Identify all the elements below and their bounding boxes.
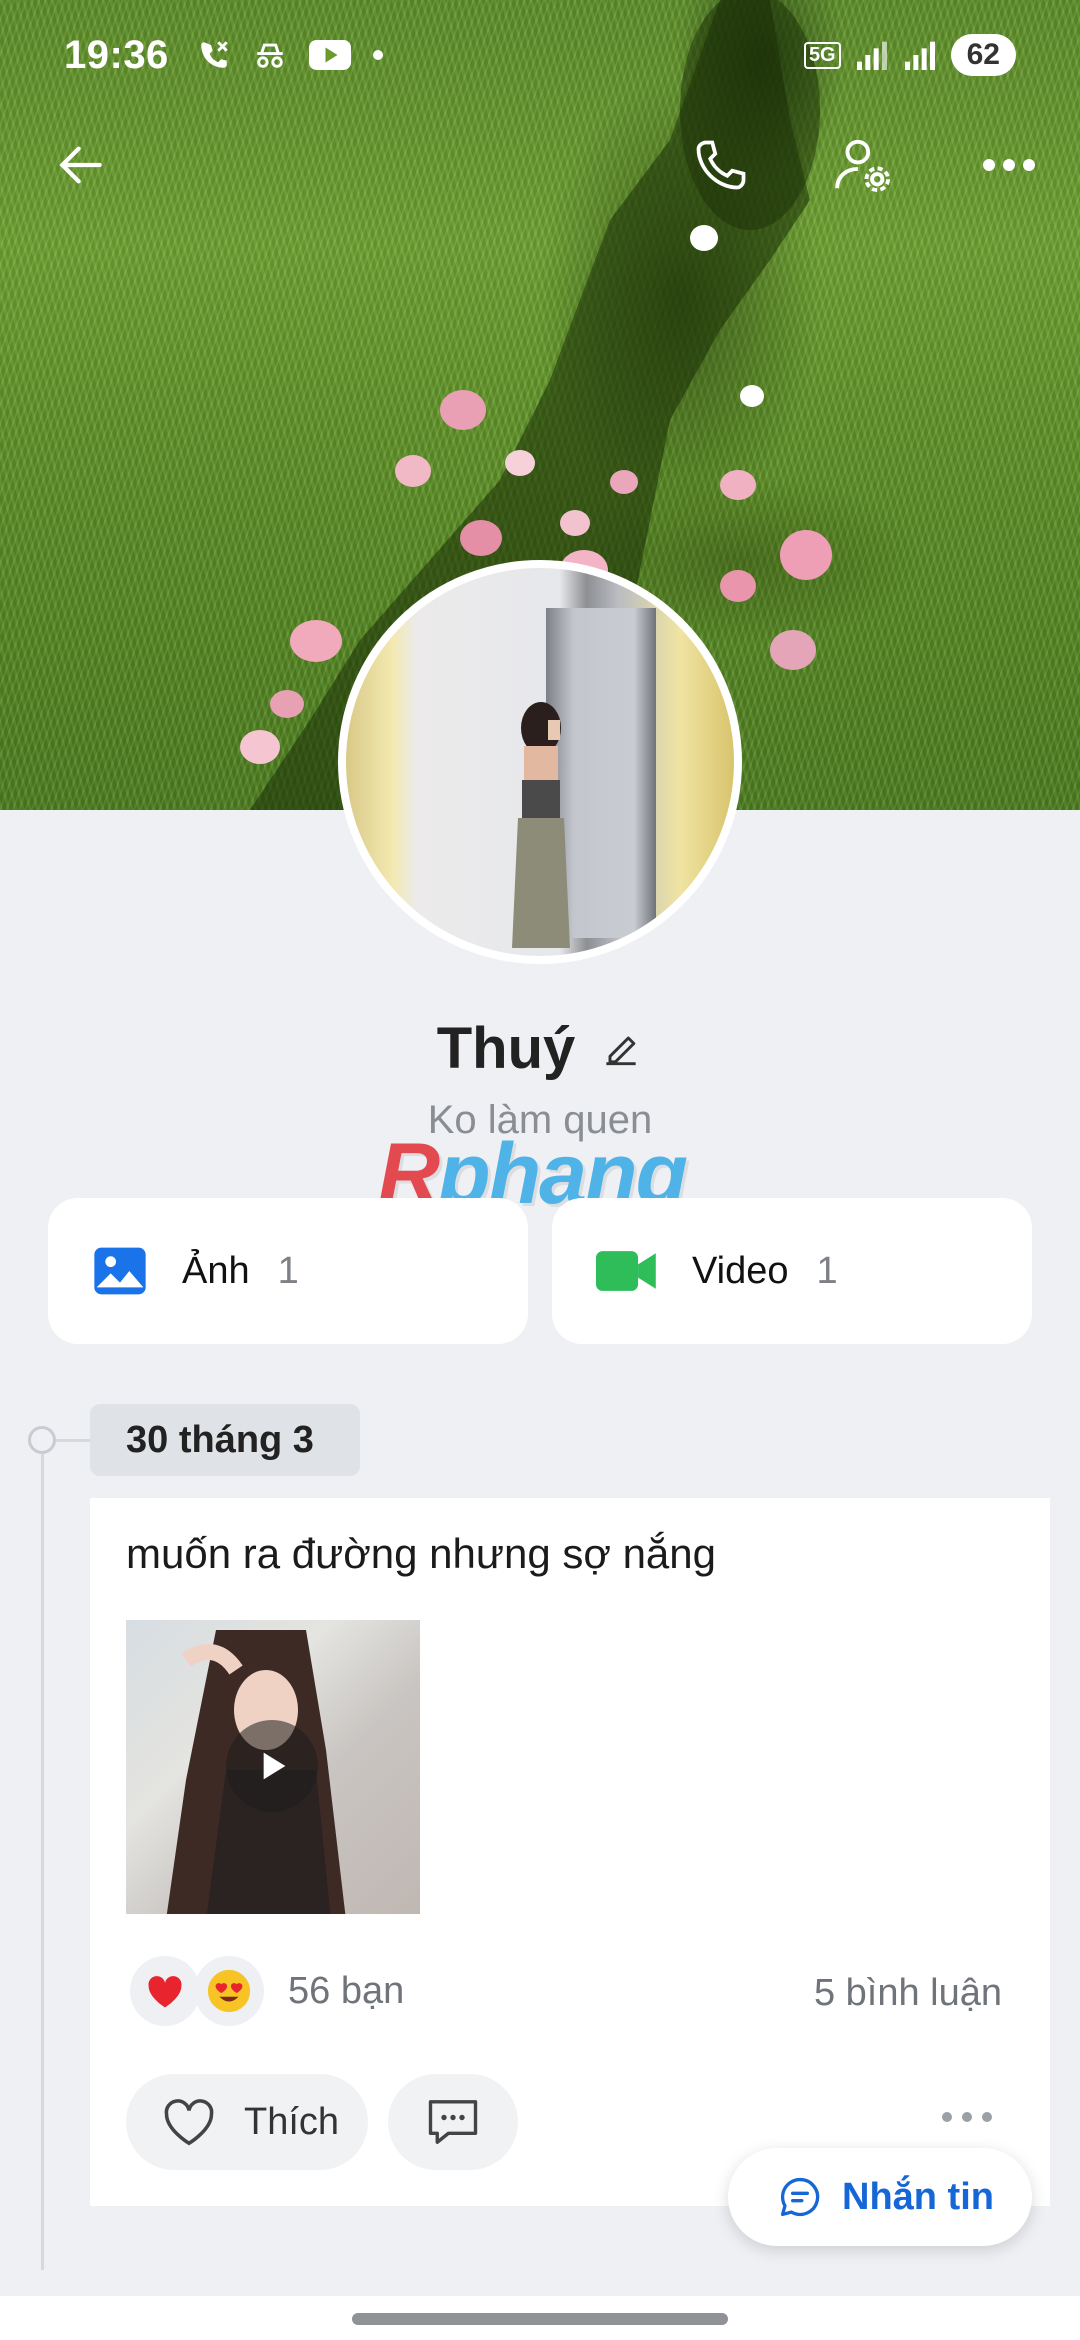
signal-icon bbox=[856, 41, 887, 70]
post-card: muốn ra đường nhưng sợ nắng 56 bạn 5 bìn… bbox=[90, 1498, 1050, 2206]
flower bbox=[740, 385, 764, 407]
more-options-button[interactable] bbox=[964, 120, 1054, 210]
notification-dot-icon bbox=[372, 50, 383, 60]
flower bbox=[770, 630, 816, 670]
phone-call-icon bbox=[201, 41, 228, 68]
comment-button[interactable] bbox=[388, 2074, 518, 2170]
flower bbox=[610, 470, 638, 494]
flower bbox=[720, 470, 756, 500]
back-arrow-icon bbox=[59, 146, 102, 184]
photos-label: Ảnh bbox=[182, 1249, 250, 1292]
flower bbox=[460, 520, 502, 556]
videos-label: Video bbox=[692, 1249, 789, 1292]
home-indicator[interactable] bbox=[352, 2313, 728, 2325]
youtube-icon bbox=[308, 40, 351, 70]
flower bbox=[270, 690, 304, 718]
battery-indicator: 62 bbox=[950, 34, 1016, 76]
back-button[interactable] bbox=[36, 120, 126, 210]
timeline-connector bbox=[56, 1439, 92, 1442]
flower bbox=[440, 390, 486, 430]
signal-icon bbox=[904, 41, 935, 70]
top-nav bbox=[0, 120, 1080, 210]
name-row: Thuý bbox=[0, 1015, 1080, 1082]
heart-eyes-reaction bbox=[194, 1956, 264, 2026]
reactions-summary[interactable]: 56 bạn bbox=[130, 1956, 404, 2026]
heart-reaction bbox=[130, 1956, 200, 2026]
chat-bubble-icon bbox=[780, 2177, 820, 2217]
comments-count[interactable]: 5 bình luận bbox=[814, 1972, 1002, 2015]
flower bbox=[505, 450, 535, 476]
heart-eyes-emoji-icon bbox=[207, 1969, 251, 2013]
profile-name: Thuý bbox=[436, 1016, 576, 1081]
photo-icon bbox=[94, 1247, 146, 1295]
timeline-line bbox=[41, 1440, 44, 2270]
edit-pencil-icon[interactable] bbox=[599, 1027, 643, 1071]
avatar-person bbox=[512, 702, 570, 948]
call-button[interactable] bbox=[676, 120, 766, 210]
photos-card[interactable]: Ảnh 1 bbox=[48, 1198, 528, 1344]
reaction-count: 56 bạn bbox=[288, 1969, 405, 2012]
like-label: Thích bbox=[244, 2100, 340, 2143]
heart-icon bbox=[148, 1976, 182, 2008]
status-right-icons: 5G 62 bbox=[803, 34, 1016, 76]
post-video-thumbnail[interactable] bbox=[126, 1620, 420, 1914]
post-text: muốn ra đường nhưng sợ nắng bbox=[126, 1530, 717, 1577]
dot bbox=[982, 2112, 992, 2122]
heart-outline-icon bbox=[164, 2099, 214, 2146]
flower bbox=[560, 510, 590, 536]
photos-count: 1 bbox=[277, 1249, 299, 1292]
play-button[interactable] bbox=[226, 1720, 318, 1812]
timeline-date: 30 tháng 3 bbox=[90, 1404, 360, 1476]
dot bbox=[962, 2112, 972, 2122]
flower bbox=[720, 570, 756, 602]
flower bbox=[240, 730, 280, 764]
incognito-icon bbox=[257, 43, 283, 68]
message-button[interactable]: Nhắn tin bbox=[728, 2148, 1032, 2246]
flower bbox=[290, 620, 342, 662]
profile-avatar[interactable] bbox=[338, 560, 742, 964]
comment-icon bbox=[428, 2100, 478, 2144]
video-camera-icon bbox=[596, 1251, 656, 1291]
post-more-button[interactable] bbox=[942, 2112, 992, 2122]
play-icon bbox=[263, 1752, 286, 1780]
user-settings-icon bbox=[835, 139, 890, 192]
videos-card[interactable]: Video 1 bbox=[552, 1198, 1032, 1344]
timeline-dot bbox=[28, 1426, 56, 1454]
videos-count: 1 bbox=[816, 1249, 838, 1292]
more-horizontal-icon bbox=[983, 159, 1035, 171]
network-type-label: 5G bbox=[803, 41, 841, 69]
message-label: Nhắn tin bbox=[842, 2175, 994, 2218]
dot bbox=[942, 2112, 952, 2122]
profile-settings-button[interactable] bbox=[818, 120, 908, 210]
status-time: 19:36 bbox=[64, 32, 169, 77]
like-button[interactable]: Thích bbox=[126, 2074, 368, 2170]
flower bbox=[395, 455, 431, 487]
phone-icon bbox=[696, 140, 746, 190]
status-left-icons bbox=[197, 38, 383, 72]
flower bbox=[690, 225, 718, 251]
status-bar: 19:36 5G 62 bbox=[0, 0, 1080, 110]
flower bbox=[780, 530, 832, 580]
